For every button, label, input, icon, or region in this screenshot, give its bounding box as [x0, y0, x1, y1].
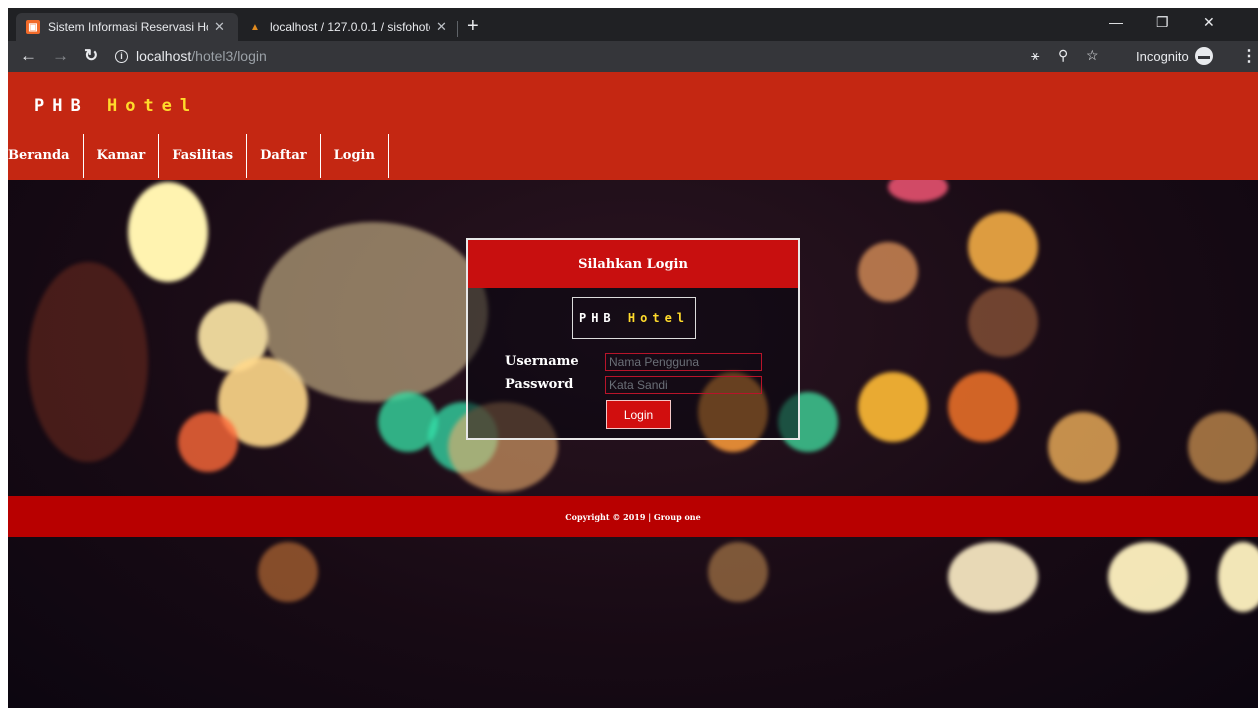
login-button[interactable]: Login: [606, 400, 671, 429]
password-label: Password: [505, 377, 574, 392]
nav-item-login[interactable]: Login: [321, 134, 389, 178]
more-menu-icon[interactable]: ⋮: [1241, 46, 1257, 66]
restore-icon[interactable]: ❐: [1156, 14, 1169, 31]
nav-item-fasilitas[interactable]: Fasilitas: [159, 134, 248, 178]
login-logo: PHB Hotel: [572, 297, 696, 339]
site-logo[interactable]: PHB Hotel: [34, 96, 198, 116]
tab-phpmyadmin[interactable]: ▲ localhost / 127.0.0.1 / sisfohotel / ✕: [238, 13, 460, 41]
username-label: Username: [505, 354, 579, 369]
key-icon[interactable]: ⚹: [1031, 47, 1039, 64]
minimize-icon[interactable]: —: [1109, 14, 1123, 30]
window-close-icon[interactable]: ✕: [1203, 14, 1215, 31]
address-bar[interactable]: i localhost/hotel3/login: [115, 48, 267, 64]
site-header: PHB Hotel Beranda Kamar Fasilitas Daftar…: [8, 72, 1258, 180]
tab-divider: [457, 21, 458, 37]
username-input[interactable]: [605, 353, 762, 371]
tab-title: Sistem Informasi Reservasi Hotel: [48, 20, 208, 34]
copyright-text: Copyright © 2019 | Group one: [565, 511, 701, 522]
login-logo-phb: PHB: [578, 311, 616, 325]
zoom-icon[interactable]: ⚲: [1058, 47, 1068, 64]
page-viewport: PHB Hotel Beranda Kamar Fasilitas Daftar…: [8, 72, 1258, 708]
url-path: /hotel3/login: [191, 48, 267, 64]
bookmark-star-icon[interactable]: ☆: [1086, 47, 1099, 64]
reload-icon[interactable]: ↻: [84, 46, 98, 66]
site-footer: Copyright © 2019 | Group one: [8, 496, 1258, 537]
new-tab-icon[interactable]: +: [467, 16, 479, 36]
nav-item-beranda[interactable]: Beranda: [8, 134, 84, 178]
close-tab-icon[interactable]: ✕: [436, 19, 447, 35]
phpmyadmin-icon: ▲: [250, 21, 260, 33]
logo-text-phb: PHB: [34, 96, 89, 116]
logo-text-hotel: Hotel: [106, 96, 199, 116]
main-nav: Beranda Kamar Fasilitas Daftar Login: [8, 134, 389, 178]
tab-title: localhost / 127.0.0.1 / sisfohotel /: [270, 20, 430, 34]
login-logo-hotel: Hotel: [627, 311, 690, 325]
nav-item-kamar[interactable]: Kamar: [84, 134, 160, 178]
browser-toolbar: ← → ↻ i localhost/hotel3/login ⚹ ⚲ ☆ Inc…: [8, 41, 1258, 72]
close-tab-icon[interactable]: ✕: [214, 19, 225, 35]
tab-sistem-informasi[interactable]: ▣ Sistem Informasi Reservasi Hotel ✕: [16, 13, 238, 41]
login-title: Silahkan Login: [468, 240, 798, 288]
password-input[interactable]: [605, 376, 762, 394]
login-panel: Silahkan Login PHB Hotel Username Passwo…: [466, 238, 800, 440]
site-info-icon[interactable]: i: [115, 49, 128, 63]
browser-tab-bar: ▣ Sistem Informasi Reservasi Hotel ✕ ▲ l…: [8, 8, 1258, 41]
nav-item-daftar[interactable]: Daftar: [247, 134, 321, 178]
back-icon[interactable]: ←: [20, 46, 37, 66]
incognito-indicator[interactable]: Incognito: [1136, 47, 1213, 65]
forward-icon[interactable]: →: [52, 46, 69, 66]
xampp-icon: ▣: [26, 20, 40, 34]
incognito-icon: [1194, 47, 1213, 65]
url-host: localhost: [136, 48, 192, 64]
incognito-label: Incognito: [1136, 48, 1189, 64]
